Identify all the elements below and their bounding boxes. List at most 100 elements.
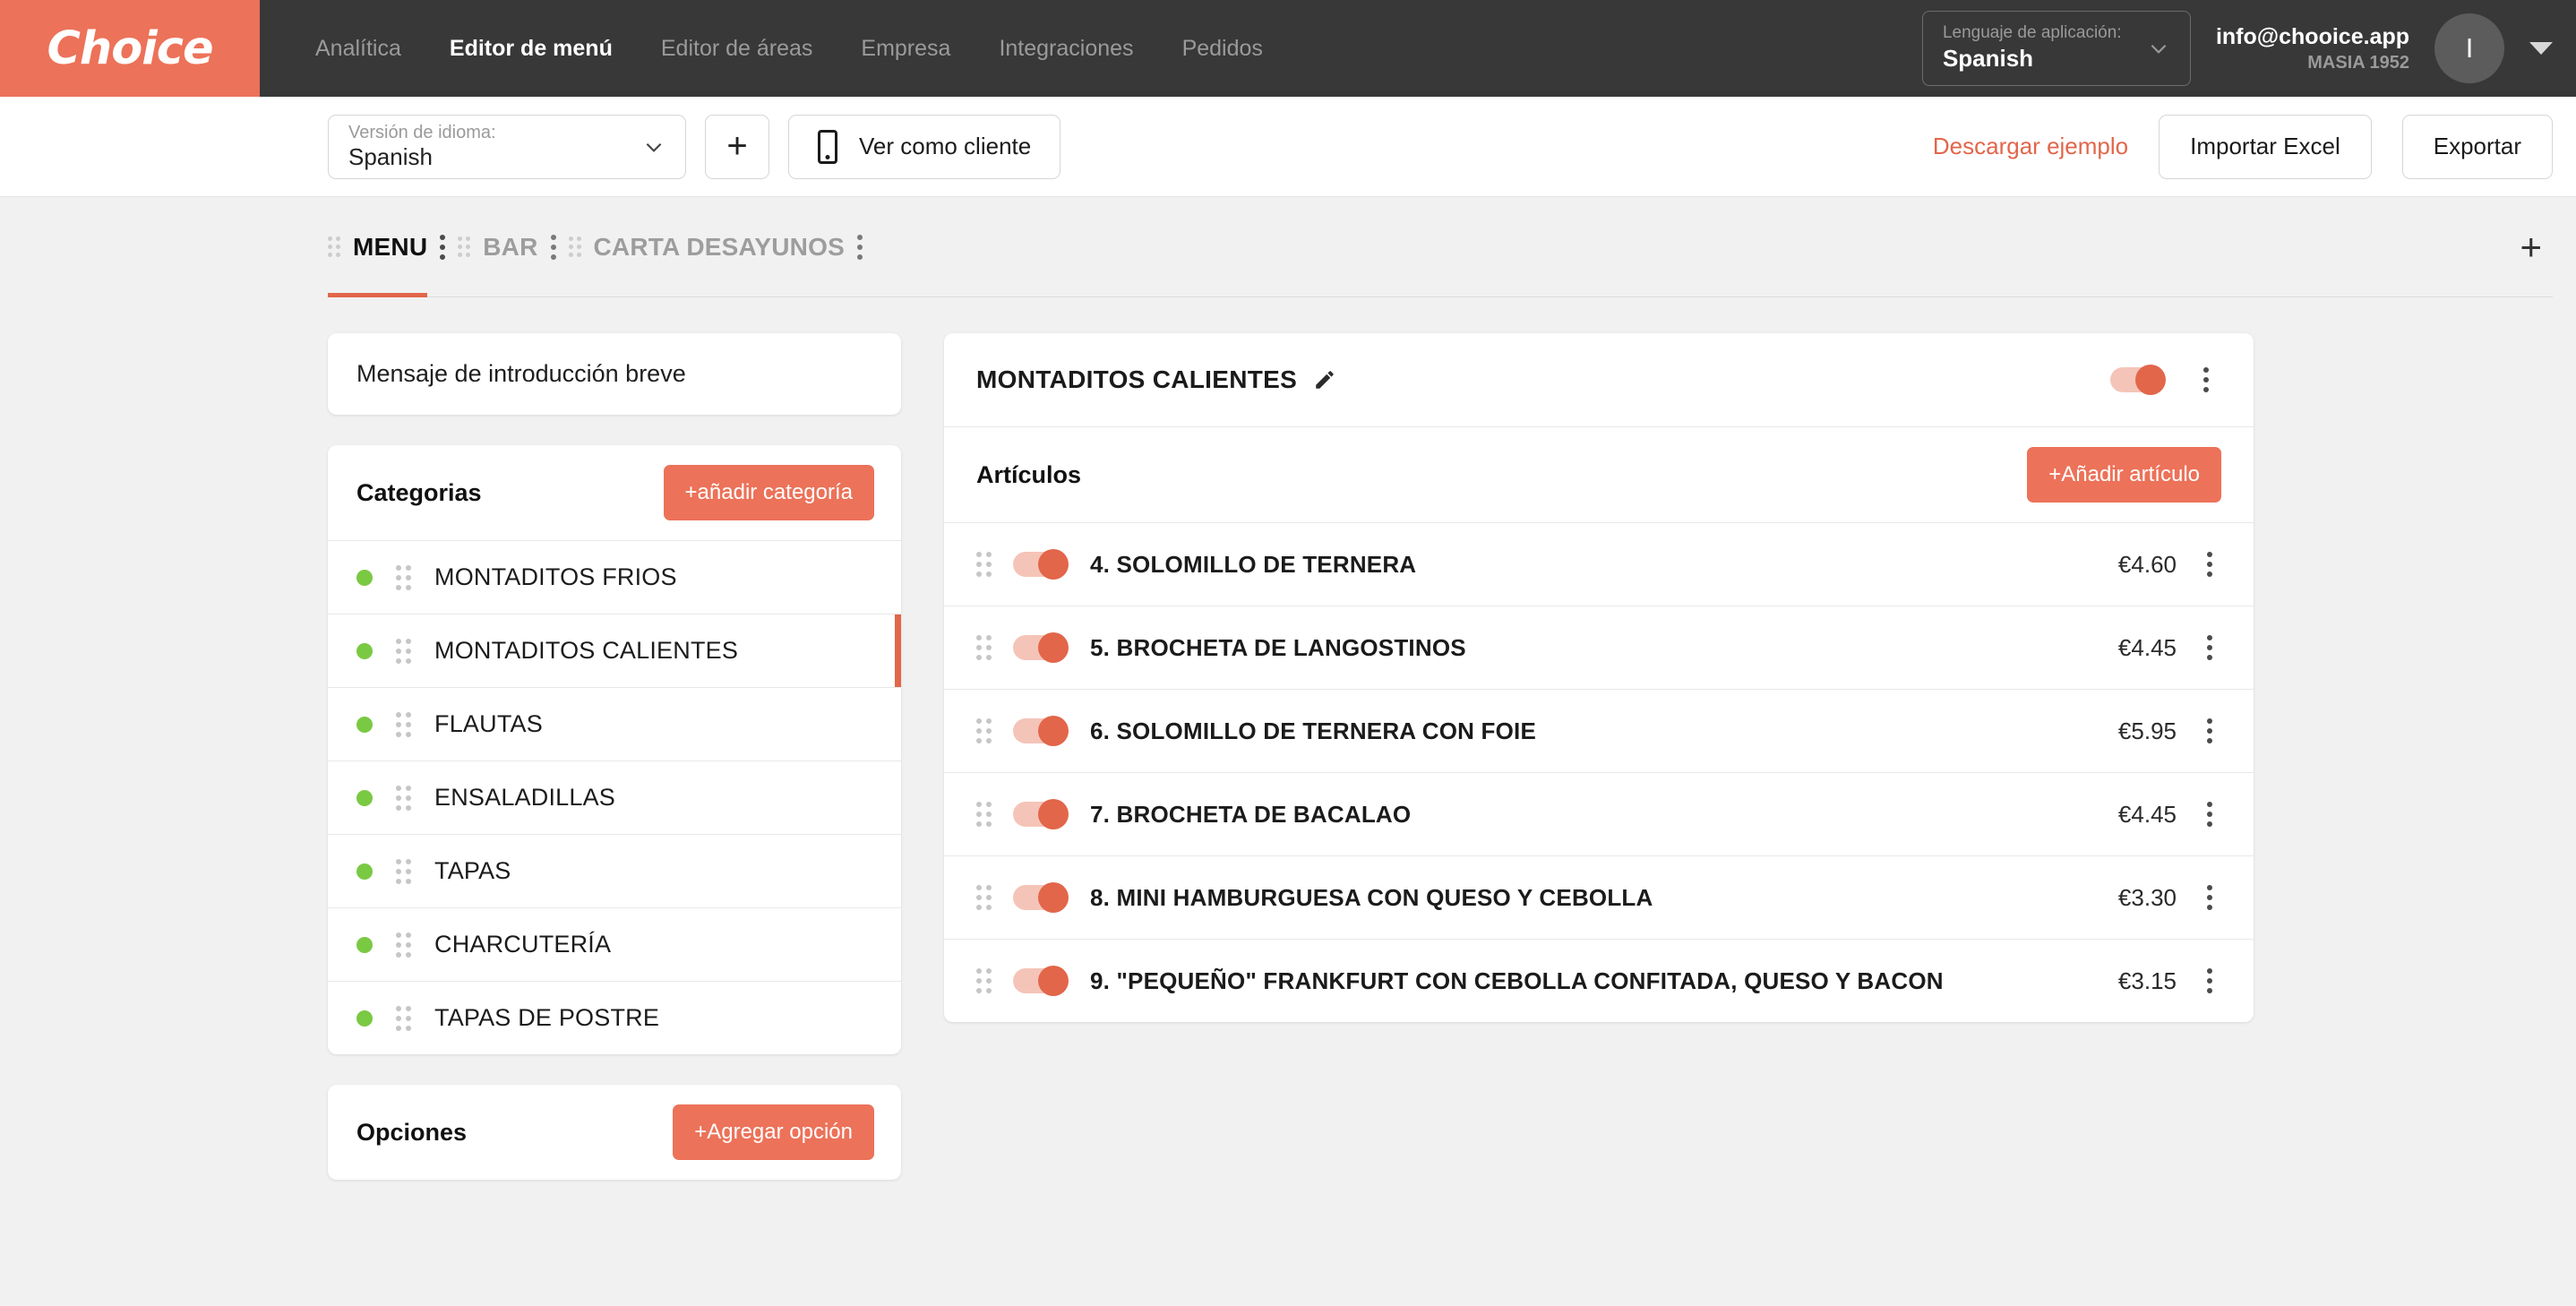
category-item-ensaladillas[interactable]: ENSALADILLAS [328, 760, 901, 834]
item-enabled-toggle[interactable] [1013, 716, 1069, 746]
tab-carta-desayunos-options-icon[interactable] [845, 228, 875, 267]
table-row[interactable]: 7. BROCHETA DE BACALAO €4.45 [944, 772, 2254, 855]
drag-handle-icon[interactable] [976, 552, 992, 577]
tab-menu[interactable]: MENU [328, 197, 428, 297]
category-label: TAPAS [434, 857, 511, 884]
app-logo[interactable]: Choice [0, 0, 260, 97]
language-version-select[interactable]: Versión de idioma: Spanish [328, 114, 686, 179]
category-item-tapas-de-postre[interactable]: TAPAS DE POSTRE [328, 981, 901, 1054]
view-as-client-button[interactable]: Ver como cliente [788, 114, 1061, 179]
categories-column: Mensaje de introducción breve Categorias… [328, 333, 901, 1180]
avatar[interactable]: I [2434, 13, 2504, 83]
item-name: 9. "PEQUEÑO" FRANKFURT CON CEBOLLA CONFI… [1090, 967, 1944, 994]
drag-handle-icon[interactable] [976, 968, 992, 993]
toggle-thumb [1038, 882, 1069, 913]
item-options-icon[interactable] [2198, 878, 2221, 917]
caret-down-icon[interactable] [2529, 42, 2553, 55]
add-option-button[interactable]: +Agregar opción [673, 1104, 874, 1160]
table-row[interactable]: 6. SOLOMILLO DE TERNERA CON FOIE €5.95 [944, 689, 2254, 772]
table-row[interactable]: 9. "PEQUEÑO" FRANKFURT CON CEBOLLA CONFI… [944, 939, 2254, 1022]
drag-handle-icon[interactable] [396, 785, 411, 811]
download-example-link[interactable]: Descargar ejemplo [1933, 133, 2128, 160]
drag-handle-icon[interactable] [396, 711, 411, 737]
tab-bar[interactable]: BAR [458, 197, 537, 296]
drag-handle-icon[interactable] [396, 932, 411, 958]
category-item-flautas[interactable]: FLAUTAS [328, 687, 901, 760]
chevron-down-icon [642, 135, 665, 159]
item-price: €4.45 [2117, 633, 2177, 661]
nav-link-empresa[interactable]: Empresa [861, 36, 950, 62]
import-excel-button[interactable]: Importar Excel [2159, 114, 2372, 179]
drag-handle-icon[interactable] [976, 885, 992, 910]
category-options-icon[interactable] [2191, 360, 2221, 400]
item-options-icon[interactable] [2198, 628, 2221, 667]
nav-link-analitica[interactable]: Analítica [315, 36, 401, 62]
language-version-value: Spanish [348, 142, 433, 170]
category-item-charcuteria[interactable]: CHARCUTERÍA [328, 907, 901, 981]
tab-bar-options-icon[interactable] [538, 228, 569, 267]
items-title: Artículos [976, 460, 1082, 488]
add-category-button[interactable]: +añadir categoría [663, 465, 874, 520]
categories-list: MONTADITOS FRIOS MONTADITOS CALIENTES FL… [328, 540, 901, 1054]
status-dot-icon [356, 716, 373, 733]
export-button[interactable]: Exportar [2401, 114, 2553, 179]
category-item-montaditos-frios[interactable]: MONTADITOS FRIOS [328, 540, 901, 614]
nav-link-integraciones[interactable]: Integraciones [999, 36, 1133, 62]
category-detail-column: MONTADITOS CALIENTES Artículos +Añadir a… [944, 333, 2254, 1022]
item-enabled-toggle[interactable] [1013, 882, 1069, 913]
drag-handle-icon[interactable] [396, 564, 411, 590]
toggle-thumb [1038, 966, 1069, 996]
item-options-icon[interactable] [2198, 961, 2221, 1001]
item-enabled-toggle[interactable] [1013, 549, 1069, 580]
drag-handle-icon[interactable] [328, 236, 340, 257]
category-label: ENSALADILLAS [434, 784, 615, 811]
item-options-icon[interactable] [2198, 711, 2221, 751]
category-label: FLAUTAS [434, 710, 543, 737]
item-name: 7. BROCHETA DE BACALAO [1090, 800, 1412, 828]
item-options-icon[interactable] [2198, 795, 2221, 834]
tab-carta-desayunos-label: CARTA DESAYUNOS [593, 232, 845, 261]
table-row[interactable]: 5. BROCHETA DE LANGOSTINOS €4.45 [944, 606, 2254, 689]
toolbar-left-group: Versión de idioma: Spanish + Ver como cl… [328, 114, 1061, 179]
logo-text: Choice [47, 21, 213, 75]
drag-handle-icon[interactable] [458, 236, 471, 257]
category-detail-card: MONTADITOS CALIENTES Artículos +Añadir a… [944, 333, 2254, 1022]
nav-link-pedidos[interactable]: Pedidos [1182, 36, 1263, 62]
table-row[interactable]: 8. MINI HAMBURGUESA CON QUESO Y CEBOLLA … [944, 855, 2254, 939]
item-name: 4. SOLOMILLO DE TERNERA [1090, 550, 1417, 578]
add-language-button[interactable]: + [705, 114, 769, 179]
item-enabled-toggle[interactable] [1013, 632, 1069, 663]
tab-carta-desayunos[interactable]: CARTA DESAYUNOS [568, 197, 845, 296]
add-item-button[interactable]: +Añadir artículo [2027, 447, 2221, 503]
item-options-icon[interactable] [2198, 545, 2221, 584]
language-version-label: Versión de idioma: [348, 122, 496, 142]
drag-handle-icon[interactable] [976, 718, 992, 743]
intro-message-card[interactable]: Mensaje de introducción breve [328, 333, 901, 415]
primary-nav-links: Analítica Editor de menú Editor de áreas… [260, 0, 1922, 97]
drag-handle-icon[interactable] [568, 236, 581, 257]
drag-handle-icon[interactable] [976, 635, 992, 660]
table-row[interactable]: 4. SOLOMILLO DE TERNERA €4.60 [944, 522, 2254, 606]
drag-handle-icon[interactable] [396, 1005, 411, 1031]
menu-tabs-container: MENU BAR CARTA DESAYUNOS + [0, 197, 2576, 297]
item-enabled-toggle[interactable] [1013, 966, 1069, 996]
drag-handle-icon[interactable] [976, 802, 992, 827]
item-enabled-toggle[interactable] [1013, 799, 1069, 829]
menu-tabs-row: MENU BAR CARTA DESAYUNOS + [328, 197, 2553, 297]
app-language-select[interactable]: Lenguaje de aplicación: Spanish [1921, 11, 2191, 86]
drag-handle-icon[interactable] [396, 638, 411, 664]
item-price: €3.30 [2117, 883, 2177, 911]
pencil-icon[interactable] [1313, 368, 1336, 391]
nav-link-editor-de-menu[interactable]: Editor de menú [450, 36, 613, 62]
nav-link-editor-de-areas[interactable]: Editor de áreas [661, 36, 813, 62]
item-price: €3.15 [2117, 967, 2177, 994]
category-item-montaditos-calientes[interactable]: MONTADITOS CALIENTES [328, 614, 901, 687]
category-enabled-toggle[interactable] [2110, 365, 2166, 395]
chevron-down-icon [2147, 37, 2170, 60]
tab-menu-options-icon[interactable] [427, 228, 458, 267]
category-item-tapas[interactable]: TAPAS [328, 834, 901, 907]
add-tab-button[interactable]: + [2509, 228, 2553, 266]
drag-handle-icon[interactable] [396, 858, 411, 884]
app-language-label: Lenguaje de aplicación: [1942, 23, 2122, 43]
status-dot-icon [356, 569, 373, 586]
